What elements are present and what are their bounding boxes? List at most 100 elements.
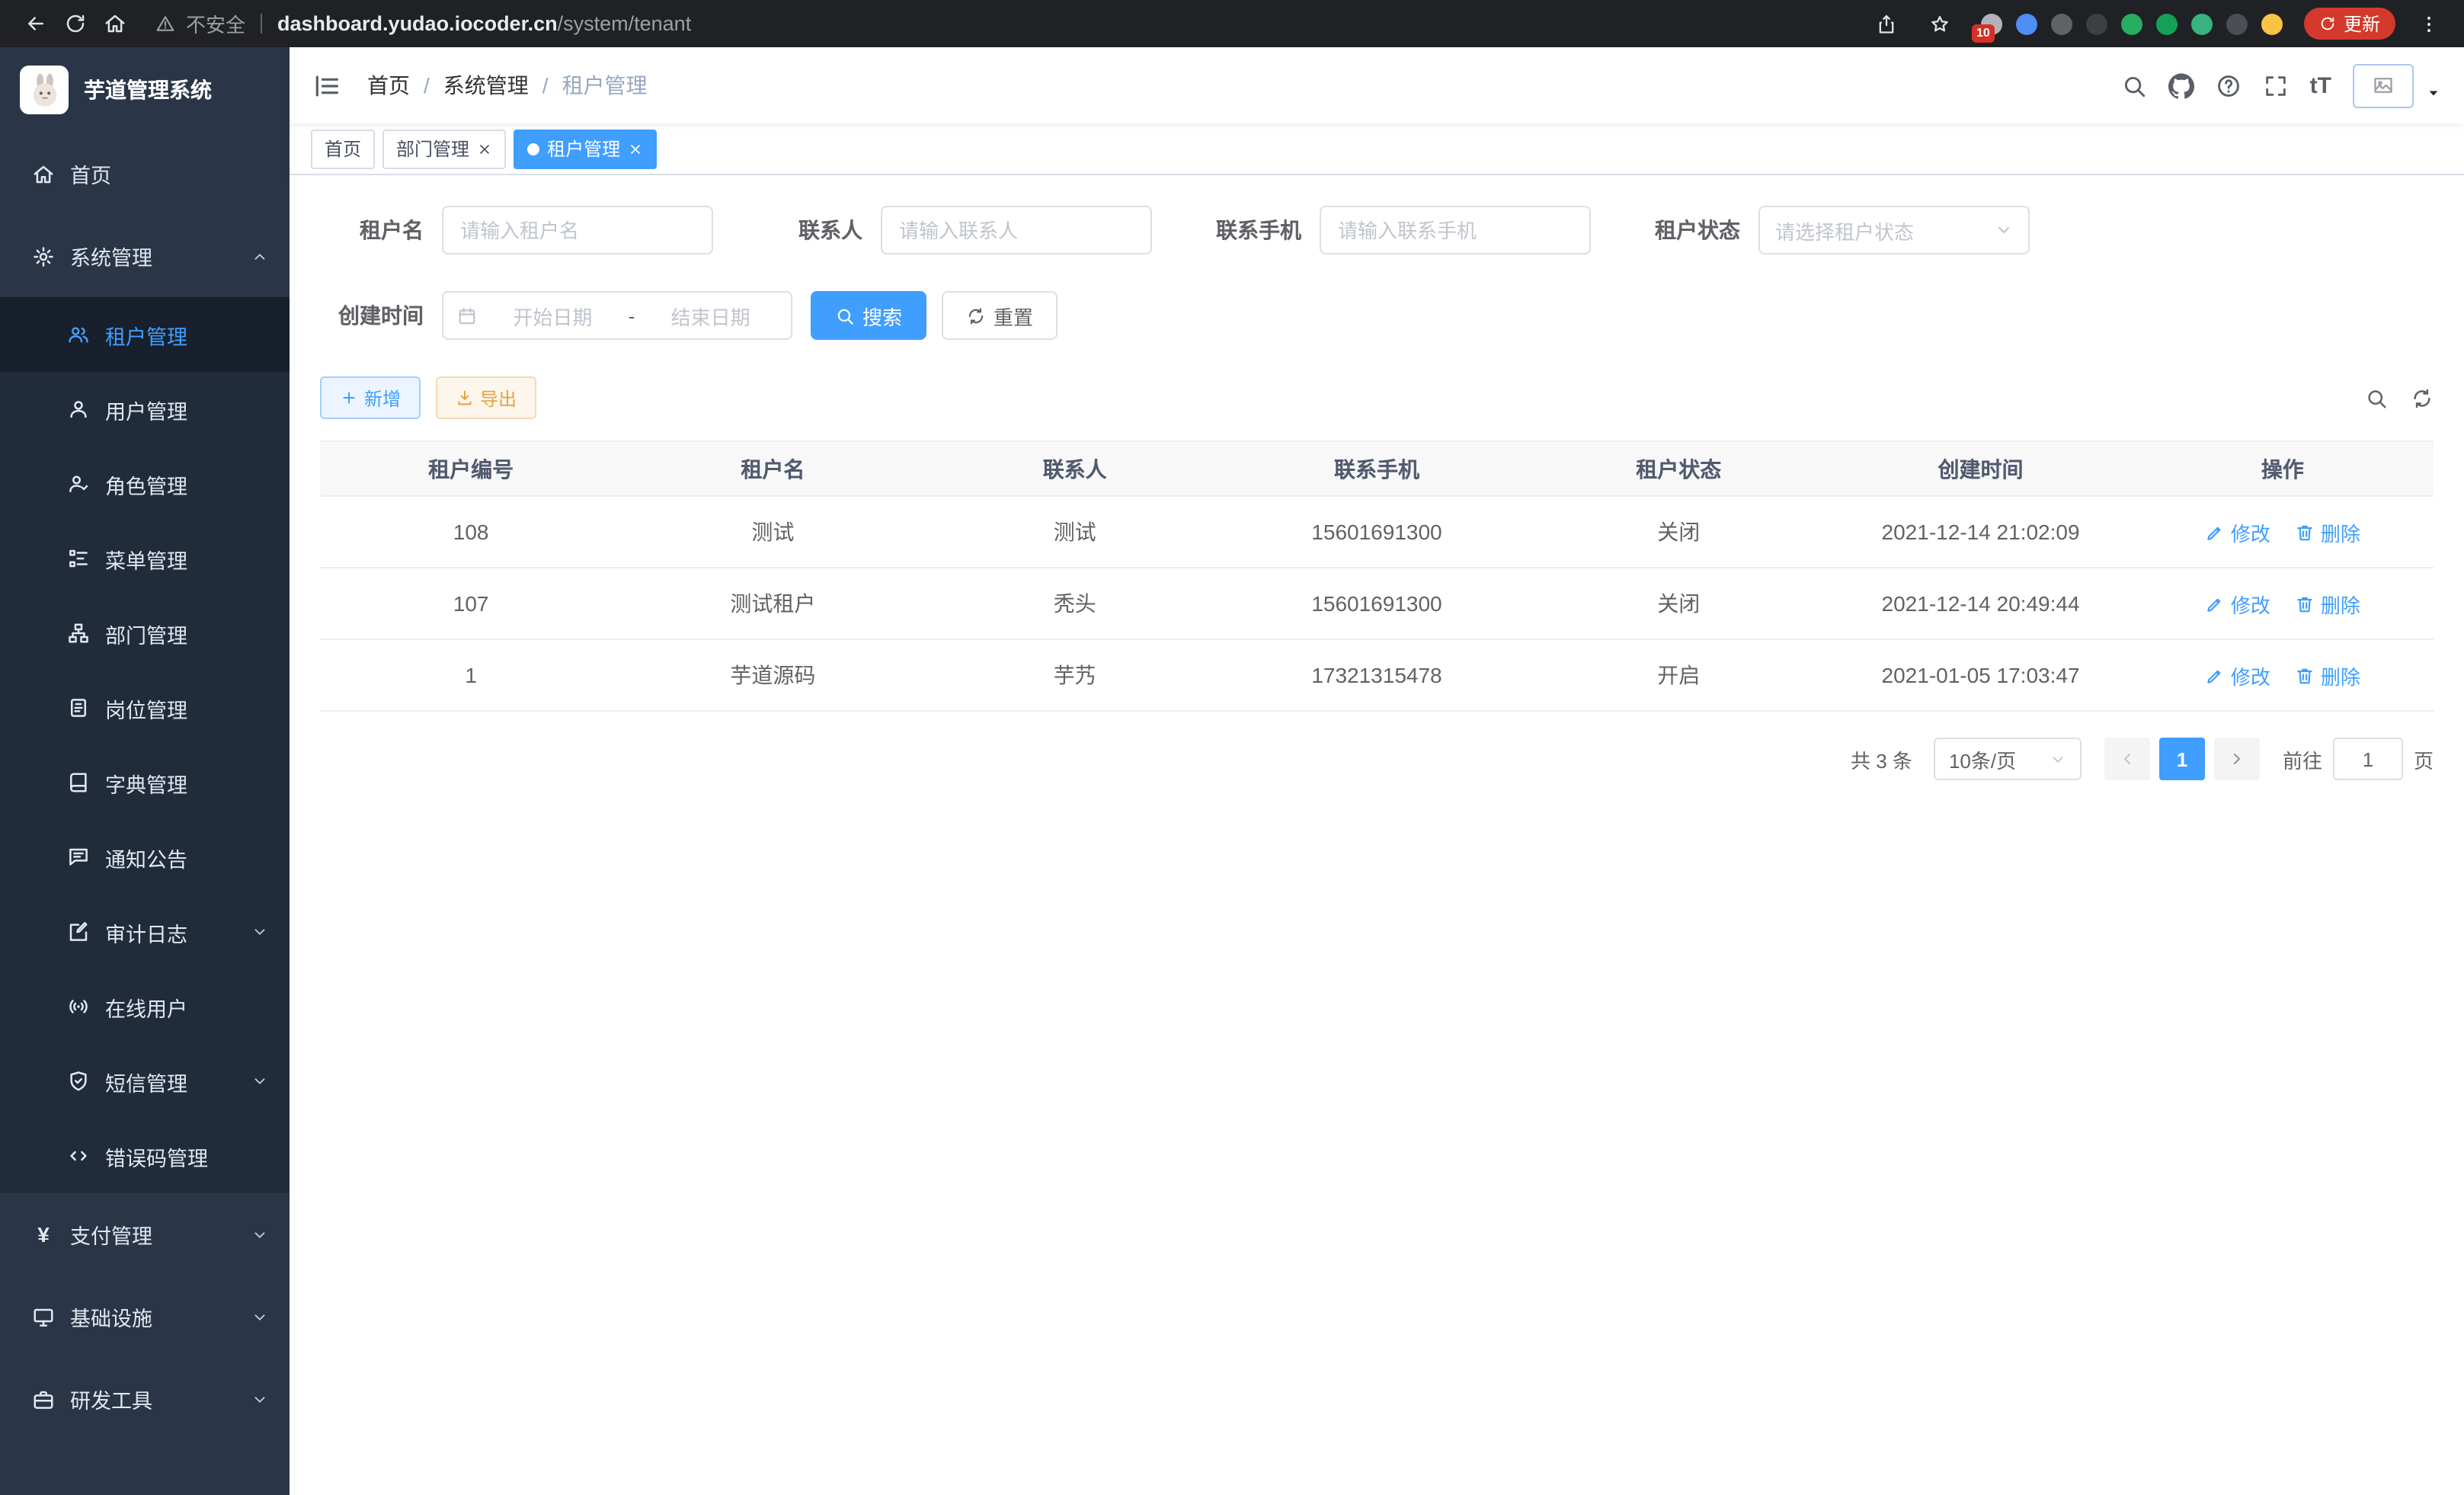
extensions-tray: 10 [1981,13,2283,34]
user-avatar[interactable] [2353,63,2414,107]
sidebar-item-system[interactable]: 系统管理 [0,215,290,297]
edit-button[interactable]: 修改 [2205,517,2270,546]
page-unit-label: 页 [2414,744,2434,773]
cell-actions: 修改删除 [2132,496,2434,568]
goto-page-input[interactable] [2333,738,2403,780]
address-bar[interactable]: 不安全 dashboard.yudao.iocoder.cn/system/te… [155,9,691,38]
reset-button[interactable]: 重置 [942,291,1058,340]
create-time-range-picker[interactable]: 开始日期 - 结束日期 [442,291,792,340]
contact-input[interactable] [881,206,1152,255]
cell-mobile: 17321315478 [1226,639,1528,711]
browser-home-button[interactable] [94,4,134,43]
extension-icon[interactable] [2261,13,2283,34]
extension-icon[interactable] [2121,13,2142,34]
tenant-status-select[interactable]: 请选择租户状态 [1758,206,2030,255]
edit-button[interactable]: 修改 [2205,661,2270,690]
cell-id: 107 [320,568,622,639]
extension-icon[interactable] [2016,13,2037,34]
download-icon [456,389,474,407]
sidebar-item-post[interactable]: 岗位管理 [0,671,290,745]
toggle-search-button[interactable] [2365,386,2388,409]
post-icon [67,696,90,719]
sidebar-item-errcode[interactable]: 错误码管理 [0,1119,290,1193]
sidebar-item-audit[interactable]: 审计日志 [0,895,290,969]
filter-row-2: 创建时间 开始日期 - 结束日期 搜索 [320,291,2434,340]
extension-icon[interactable] [2191,13,2213,34]
edit-button[interactable]: 修改 [2205,589,2270,618]
sidebar-item-pay[interactable]: ¥支付管理 [0,1193,290,1276]
url-path: /system/tenant [558,12,692,35]
extension-icon[interactable] [2156,13,2178,34]
page-content: 租户名 联系人 联系手机 租户状态 [290,175,2464,1495]
column-header: 创建时间 [1829,441,2131,496]
sidebar-item-notice[interactable]: 通知公告 [0,820,290,895]
page-size-select[interactable]: 10条/页 [1934,738,2082,780]
question-icon[interactable] [2216,72,2242,98]
export-button-label: 导出 [480,385,517,411]
breadcrumb-home[interactable]: 首页 [367,70,410,101]
add-button[interactable]: 新增 [320,376,421,419]
sidebar-item-tenant[interactable]: 租户管理 [0,297,290,372]
extension-icon[interactable] [2226,13,2248,34]
extension-icon[interactable]: 10 [1981,13,2002,34]
sidebar-item-dept[interactable]: 部门管理 [0,596,290,671]
sidebar-item-infra[interactable]: 基础设施 [0,1276,290,1358]
sidebar-toggle-button[interactable] [312,71,341,100]
toolbar-right-icons [2365,386,2434,409]
cell-contact: 秃头 [924,568,1226,639]
table-row: 1芋道源码芋艿17321315478开启2021-01-05 17:03:47修… [320,639,2434,711]
tenant-name-input[interactable] [442,206,713,255]
extension-icon[interactable] [2051,13,2072,34]
fullscreen-icon[interactable] [2263,72,2289,98]
sidebar-item-dict[interactable]: 字典管理 [0,745,290,820]
tab-label: 部门管理 [396,136,469,162]
close-icon[interactable] [628,141,643,156]
extension-icon[interactable] [2086,13,2107,34]
sidebar-item-home[interactable]: 首页 [0,133,290,215]
tab-dept[interactable]: 部门管理 [382,129,506,168]
caret-down-icon[interactable] [2426,85,2441,101]
sidebar-item-online[interactable]: 在线用户 [0,969,290,1044]
delete-button[interactable]: 删除 [2295,517,2360,546]
bookmark-star-icon[interactable] [1920,4,1960,43]
edit-icon [2205,522,2225,542]
breadcrumb-system[interactable]: 系统管理 [443,70,529,101]
dept-icon [67,622,90,645]
column-header: 联系手机 [1226,441,1528,496]
sidebar-item-role[interactable]: 角色管理 [0,447,290,521]
tab-home[interactable]: 首页 [311,129,375,168]
search-icon[interactable] [2121,72,2147,98]
export-button[interactable]: 导出 [436,376,536,419]
pay-icon: ¥ [32,1222,55,1247]
navbar-tools: tT [2121,63,2441,107]
cell-actions: 修改删除 [2132,568,2434,639]
github-icon[interactable] [2168,72,2194,98]
cell-id: 1 [320,639,622,711]
prev-page-button[interactable] [2104,738,2150,780]
app-logo[interactable]: 芋道管理系统 [0,47,290,133]
mobile-input[interactable] [1320,206,1591,255]
browser-menu-icon[interactable] [2409,4,2449,43]
refresh-table-button[interactable] [2411,386,2434,409]
page-size-value: 10条/页 [1949,744,2016,773]
browser-reload-button[interactable] [55,4,94,43]
share-icon[interactable] [1867,4,1906,43]
tab-tenant[interactable]: 租户管理 [514,129,657,168]
column-header: 操作 [2132,441,2434,496]
page-number-current[interactable]: 1 [2159,738,2205,780]
infra-icon [32,1305,55,1328]
sidebar-item-sms[interactable]: 短信管理 [0,1044,290,1119]
sidebar-item-menu[interactable]: 菜单管理 [0,521,290,596]
browser-back-button[interactable] [15,4,55,43]
sidebar-item-tool[interactable]: 研发工具 [0,1358,290,1440]
mobile-label: 联系手机 [1198,215,1301,245]
cell-status: 关闭 [1528,568,1829,639]
sidebar-item-user[interactable]: 用户管理 [0,372,290,447]
close-icon[interactable] [477,141,492,156]
font-size-icon[interactable]: tT [2310,72,2331,98]
update-button[interactable]: 更新 [2304,8,2395,40]
search-button[interactable]: 搜索 [811,291,926,340]
next-page-button[interactable] [2214,738,2260,780]
delete-button[interactable]: 删除 [2295,589,2360,618]
delete-button[interactable]: 删除 [2295,661,2360,690]
